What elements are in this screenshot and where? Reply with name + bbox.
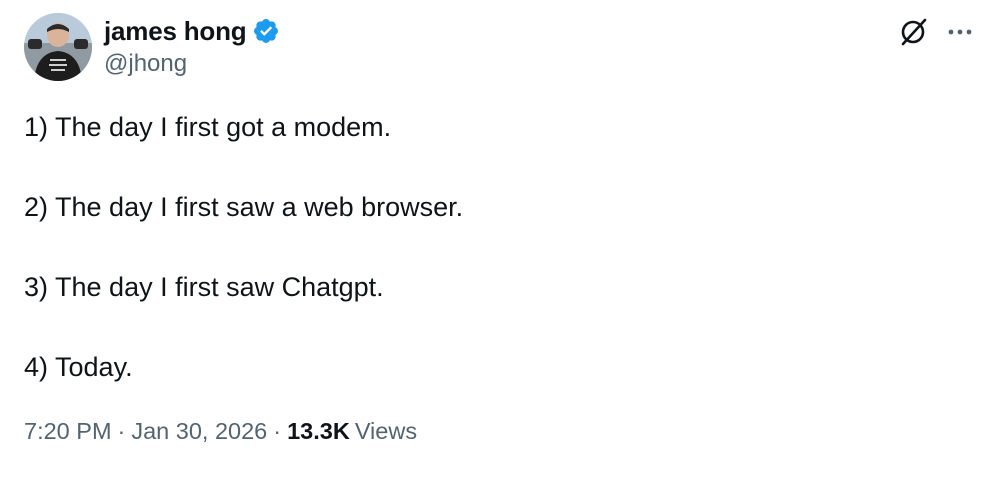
tweet-text: 1) The day I first got a modem. 2) The d… — [24, 109, 964, 429]
author-display-name[interactable]: james hong — [104, 16, 247, 47]
author-handle[interactable]: @jhong — [104, 50, 187, 78]
meta-separator: · — [273, 418, 282, 444]
avatar[interactable] — [24, 13, 92, 81]
views-count[interactable]: 13.3K — [287, 418, 350, 444]
tweet-metadata: 7:20 PM · Jan 30, 2026 · 13.3K Views — [24, 415, 417, 447]
tweet-line-4: 4) Today. — [24, 352, 133, 382]
verified-badge-icon[interactable] — [252, 17, 280, 45]
tweet-line-3: 3) The day I first saw Chatgpt. — [24, 272, 384, 302]
tweet-time[interactable]: 7:20 PM — [24, 418, 112, 444]
tweet-card: james hong @jhong 1) The day I first got… — [0, 0, 1000, 477]
meta-separator: · — [117, 418, 126, 444]
author-name-row: james hong — [104, 14, 280, 48]
tweet-line-1: 1) The day I first got a modem. — [24, 112, 392, 142]
grok-icon[interactable] — [898, 17, 928, 47]
tweet-date[interactable]: Jan 30, 2026 — [131, 418, 267, 444]
avatar-photo — [24, 13, 92, 81]
views-label: Views — [354, 418, 418, 444]
tweet-line-2: 2) The day I first saw a web browser. — [24, 192, 464, 222]
more-options-icon[interactable] — [946, 19, 974, 45]
